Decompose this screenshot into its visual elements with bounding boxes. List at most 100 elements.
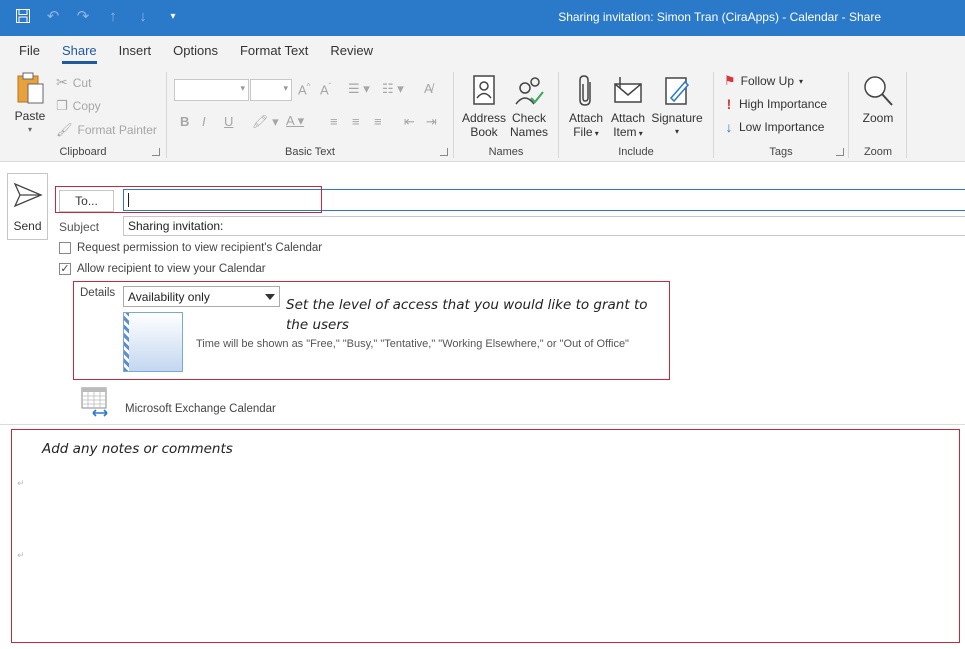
attach-file-label-2: File <box>573 125 593 139</box>
paste-icon <box>17 72 44 104</box>
scissors-icon: ✂ <box>56 74 68 90</box>
quick-access-toolbar: ↶ ↷ ↑ ↓ ▾ <box>14 8 182 26</box>
address-book-label-2: Book <box>470 125 498 139</box>
paintbrush-icon: 🖌 <box>56 122 73 137</box>
signature-label: Signature <box>651 111 703 125</box>
clipboard-group: Paste ▾ ✂ Cut ❐ Copy 🖌 Format Painter Cl… <box>4 70 162 160</box>
previous-item-icon[interactable]: ↑ <box>104 8 122 26</box>
clear-formatting-icon[interactable]: A̸ <box>424 81 433 96</box>
save-icon[interactable] <box>14 8 32 26</box>
allow-recipient-checkbox[interactable]: ✓ <box>59 263 71 275</box>
tags-group-label: Tags <box>769 146 793 158</box>
ribbon-separator <box>848 72 849 158</box>
tab-insert[interactable]: Insert <box>108 36 163 66</box>
font-color-icon[interactable]: A ▾ <box>286 113 304 129</box>
tab-format-text[interactable]: Format Text <box>229 36 319 66</box>
magnifier-icon <box>864 76 893 106</box>
attach-item-button[interactable]: Attach Item ▾ <box>607 74 649 141</box>
attach-file-button[interactable]: Attach File ▾ <box>565 74 607 141</box>
ribbon-separator <box>558 72 559 158</box>
send-icon <box>13 182 43 208</box>
subject-label: Subject <box>59 220 100 234</box>
underline-button[interactable]: U <box>224 114 233 129</box>
low-importance-button[interactable]: ↓ Low Importance <box>724 119 825 135</box>
format-painter-label: Format Painter <box>77 123 157 137</box>
exchange-calendar-attachment[interactable]: Microsoft Exchange Calendar <box>81 387 276 417</box>
check-names-label-2: Names <box>509 125 548 139</box>
title-bar: ↶ ↷ ↑ ↓ ▾ Sharing invitation: Simon Tran… <box>0 0 965 36</box>
bold-button[interactable]: B <box>180 114 189 129</box>
tags-dialog-launcher[interactable] <box>836 148 844 156</box>
calendar-sync-icon <box>81 387 108 417</box>
request-permission-option[interactable]: Request permission to view recipient's C… <box>59 242 322 254</box>
down-arrow-icon: ↓ <box>725 119 733 135</box>
italic-button[interactable]: I <box>202 114 206 129</box>
high-importance-label: High Importance <box>739 97 828 111</box>
check-names-icon <box>515 77 544 105</box>
font-name-combo[interactable] <box>174 79 249 101</box>
shrink-font-icon[interactable]: Aˇ <box>320 82 331 97</box>
attach-item-label-1: Attach <box>610 111 646 125</box>
cut-button[interactable]: ✂ Cut <box>56 74 91 91</box>
request-permission-label: Request permission to view recipient's C… <box>77 242 323 254</box>
clipboard-dialog-launcher[interactable] <box>152 148 160 156</box>
zoom-group: Zoom Zoom <box>851 70 905 160</box>
names-group: Address Book Check Names Names <box>456 70 556 160</box>
address-book-button[interactable]: Address Book <box>460 74 508 139</box>
ribbon-separator <box>713 72 714 158</box>
subject-field[interactable]: Sharing invitation: <box>123 216 965 236</box>
redo-icon[interactable]: ↷ <box>74 8 92 26</box>
signature-icon <box>665 77 690 105</box>
zoom-button[interactable]: Zoom <box>855 74 901 125</box>
next-item-icon[interactable]: ↓ <box>134 8 152 26</box>
undo-icon[interactable]: ↶ <box>44 8 62 26</box>
paste-button[interactable]: Paste ▾ <box>10 72 50 137</box>
check-names-button[interactable]: Check Names <box>506 74 552 139</box>
align-left-icon[interactable]: ≡ <box>330 114 338 129</box>
paperclip-icon <box>579 75 591 106</box>
check-names-label-1: Check <box>511 111 546 125</box>
tab-options[interactable]: Options <box>162 36 229 66</box>
access-level-annotation: Set the level of access that you would l… <box>286 297 648 333</box>
copy-button[interactable]: ❐ Copy <box>56 98 101 114</box>
signature-button[interactable]: Signature ▾ <box>649 74 705 139</box>
align-center-icon[interactable]: ≡ <box>352 114 360 129</box>
send-button[interactable]: Send <box>7 173 48 240</box>
attach-file-label-1: Attach <box>568 111 604 125</box>
customize-toolbar-icon[interactable]: ▾ <box>164 8 182 26</box>
tab-review[interactable]: Review <box>319 36 384 66</box>
basic-text-group: A^ Aˇ ☰ ▾ ☷ ▾ A̸ B I U 🖍 ▾ A ▾ ≡ ≡ ≡ ⇤ ⇥… <box>170 70 450 160</box>
send-label: Send <box>13 219 42 233</box>
request-permission-checkbox[interactable] <box>59 242 71 254</box>
copy-icon: ❐ <box>56 98 68 113</box>
body-divider <box>0 424 965 425</box>
notes-highlight-box <box>11 429 960 643</box>
follow-up-label: Follow Up <box>740 74 795 88</box>
font-size-combo[interactable] <box>250 79 292 101</box>
highlight-icon[interactable]: 🖍 ▾ <box>252 114 279 130</box>
format-painter-button[interactable]: 🖌 Format Painter <box>56 122 157 138</box>
notes-annotation: Add any notes or comments <box>42 441 233 457</box>
tab-file[interactable]: File <box>8 36 51 66</box>
exchange-calendar-label: Microsoft Exchange Calendar <box>125 403 276 415</box>
ribbon-separator <box>166 72 167 158</box>
tags-group: ⚑ Follow Up ▾ ! High Importance ↓ Low Im… <box>716 70 846 160</box>
copy-label: Copy <box>72 99 101 113</box>
include-group-label: Include <box>618 146 654 158</box>
high-importance-button[interactable]: ! High Importance <box>724 96 827 112</box>
decrease-indent-icon[interactable]: ⇤ <box>404 114 415 130</box>
include-group: Attach File ▾ Attach Item ▾ Signature ▾ … <box>561 70 711 160</box>
follow-up-button[interactable]: ⚑ Follow Up ▾ <box>724 73 803 89</box>
numbering-icon[interactable]: ☷ ▾ <box>382 81 404 97</box>
increase-indent-icon[interactable]: ⇥ <box>426 114 437 130</box>
align-right-icon[interactable]: ≡ <box>374 114 382 129</box>
flag-icon: ⚑ <box>724 73 736 88</box>
bullets-icon[interactable]: ☰ ▾ <box>348 81 370 97</box>
grow-font-icon[interactable]: A^ <box>298 82 310 97</box>
allow-recipient-option[interactable]: ✓ Allow recipient to view your Calendar <box>59 263 266 275</box>
names-group-label: Names <box>488 146 524 158</box>
ribbon: Paste ▾ ✂ Cut ❐ Copy 🖌 Format Painter Cl… <box>0 66 965 162</box>
tab-share[interactable]: Share <box>51 36 108 66</box>
low-importance-label: Low Importance <box>739 120 825 134</box>
basic-text-dialog-launcher[interactable] <box>440 148 448 156</box>
